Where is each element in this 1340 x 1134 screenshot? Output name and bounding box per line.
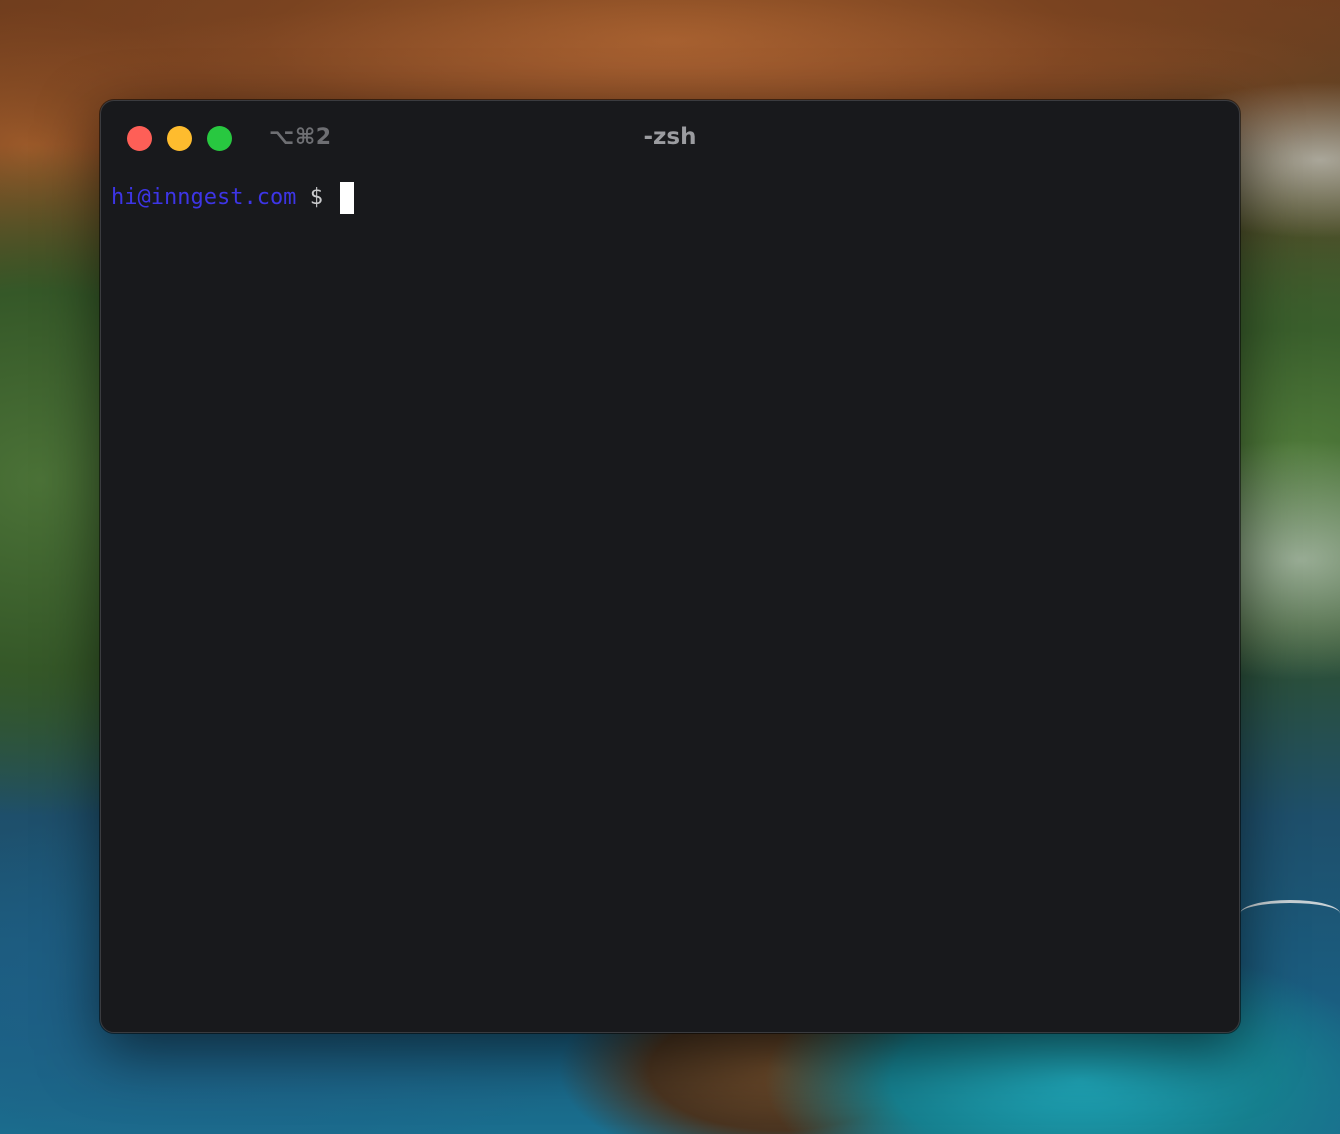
- title-bar[interactable]: ⌥⌘2 -zsh: [101, 101, 1239, 173]
- prompt-user: hi@inngest.com: [111, 185, 297, 210]
- window-title: -zsh: [643, 124, 697, 150]
- prompt-spacer: [296, 181, 309, 215]
- prompt-symbol: $: [309, 185, 323, 210]
- terminal-output[interactable]: hi@inngest.com $: [111, 181, 1229, 1022]
- prompt-spacer: [323, 181, 336, 215]
- wallpaper-bridge: [1240, 900, 1340, 927]
- prompt-line: hi@inngest.com $: [111, 181, 1229, 215]
- text-cursor: [340, 182, 355, 214]
- terminal-window[interactable]: ⌥⌘2 -zsh hi@inngest.com $: [100, 100, 1240, 1033]
